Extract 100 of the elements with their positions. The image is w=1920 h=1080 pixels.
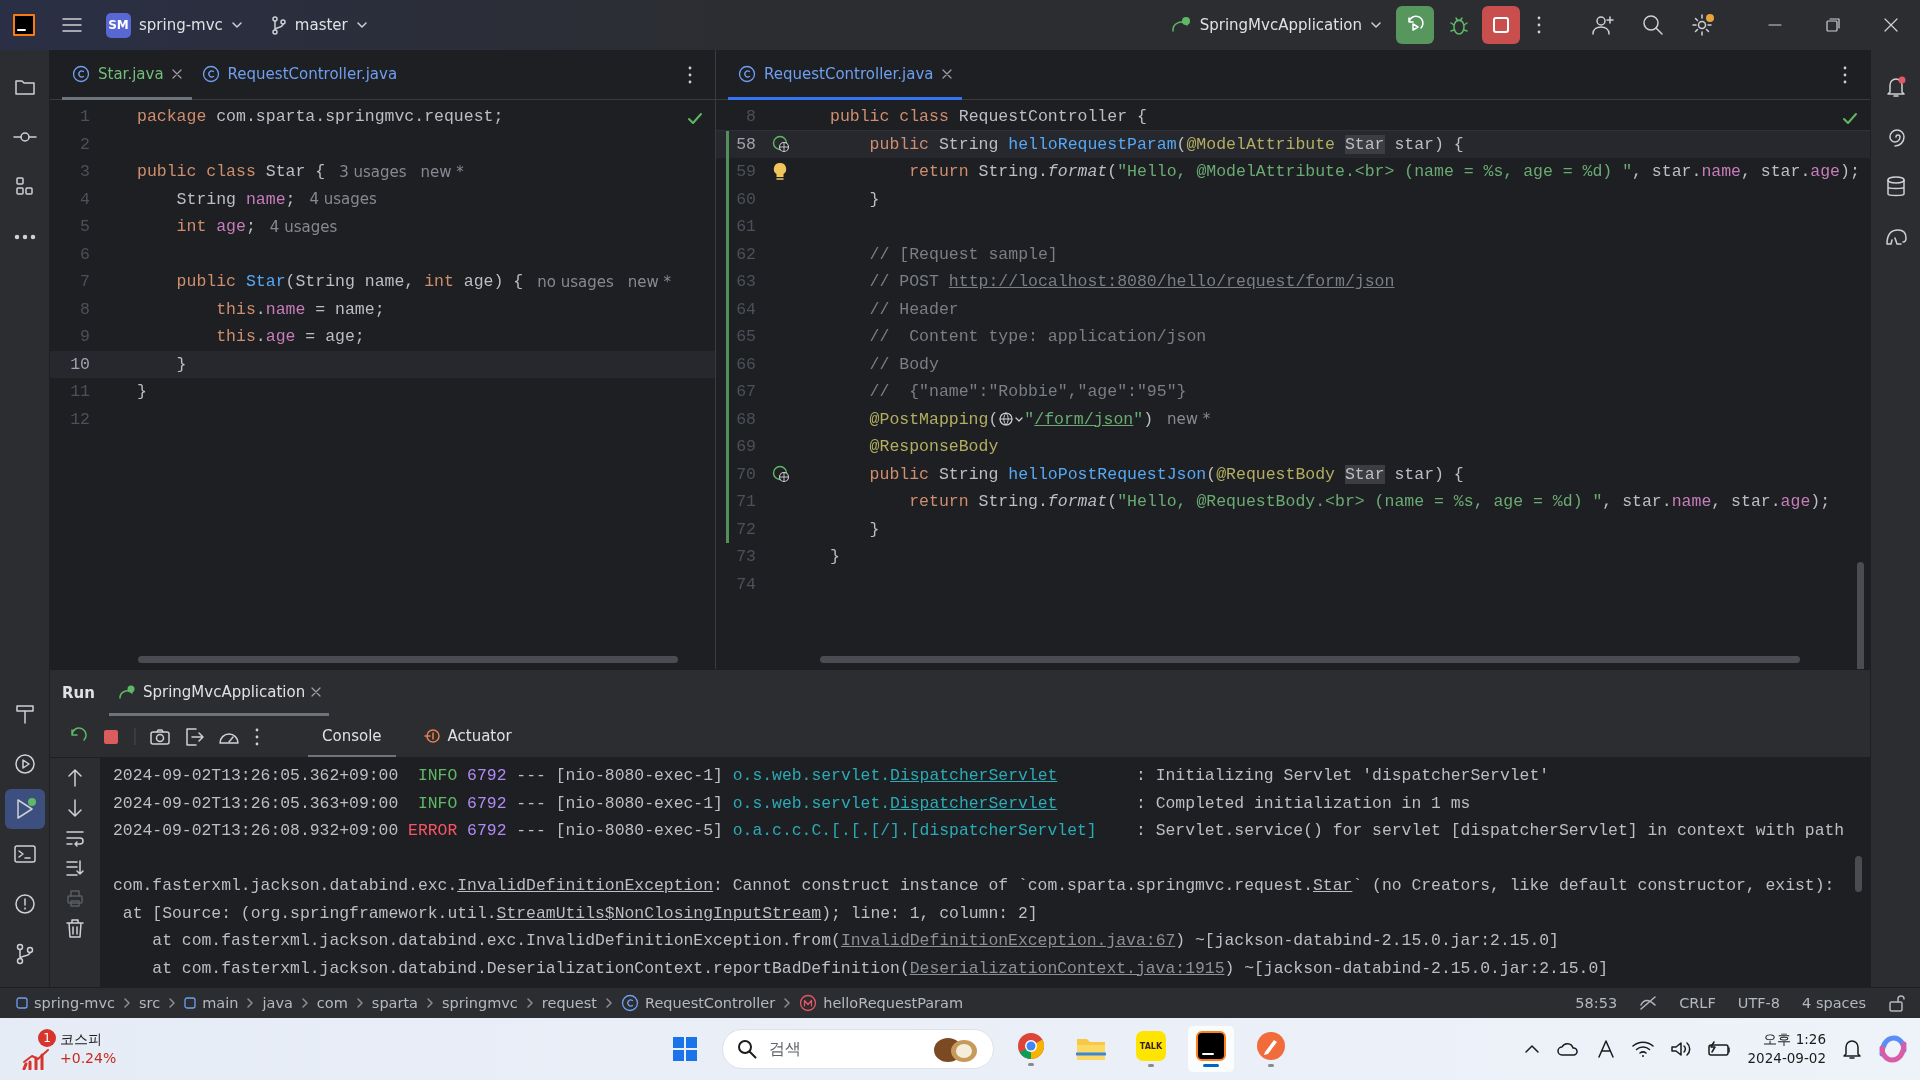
breadcrumb[interactable]: request bbox=[541, 995, 597, 1011]
speaker-icon[interactable] bbox=[1669, 1040, 1692, 1058]
database-icon[interactable] bbox=[1885, 175, 1906, 199]
search-field[interactable]: 검색 bbox=[722, 1029, 994, 1069]
breadcrumb[interactable]: sparta bbox=[371, 995, 418, 1011]
tab-close-icon[interactable] bbox=[311, 686, 322, 697]
breadcrumb[interactable]: src bbox=[139, 995, 161, 1011]
breadcrumb[interactable]: main bbox=[202, 995, 239, 1011]
code-link[interactable]: DeserializationContext.java:1915 bbox=[909, 958, 1225, 978]
inlay-hint[interactable]: 3 usages bbox=[339, 162, 407, 181]
code-link[interactable]: DispatcherServlet bbox=[890, 766, 1058, 785]
inlay-hint[interactable]: new * bbox=[627, 272, 671, 291]
tab-close-icon[interactable] bbox=[941, 68, 952, 79]
wifi-icon[interactable] bbox=[1631, 1040, 1654, 1058]
project-view-icon[interactable] bbox=[13, 77, 36, 97]
more-tools-icon[interactable] bbox=[13, 234, 36, 240]
chat-app-icon[interactable]: TALK bbox=[1136, 1031, 1166, 1061]
caret-icon[interactable] bbox=[230, 21, 243, 29]
services-icon[interactable] bbox=[13, 753, 36, 775]
vertical-scrollbar-thumb[interactable] bbox=[1855, 856, 1862, 892]
stop-button[interactable] bbox=[1482, 6, 1520, 44]
cloud-icon[interactable] bbox=[1555, 1040, 1580, 1058]
folder-icon[interactable] bbox=[1076, 1036, 1106, 1062]
caret-icon[interactable] bbox=[355, 21, 368, 29]
horizontal-scrollbar-thumb[interactable] bbox=[820, 656, 1800, 663]
build-icon[interactable] bbox=[13, 703, 36, 725]
code-link[interactable]: /form/json bbox=[1034, 409, 1134, 429]
app-logo-icon[interactable] bbox=[12, 13, 36, 37]
search-icon[interactable] bbox=[1642, 14, 1664, 36]
console-tab[interactable]: Actuator bbox=[409, 716, 526, 757]
editor-tab[interactable]: Star.java bbox=[62, 50, 192, 100]
tab-options-icon[interactable] bbox=[687, 64, 693, 85]
more-icon[interactable] bbox=[254, 726, 260, 747]
globe-icon[interactable] bbox=[998, 410, 1025, 427]
breadcrumb[interactable]: springmvc bbox=[442, 995, 518, 1011]
branch-icon[interactable] bbox=[270, 15, 287, 35]
run-config-icon[interactable] bbox=[1169, 15, 1192, 35]
run-tab[interactable]: SpringMvcApplication bbox=[108, 670, 330, 716]
scroll-down-icon[interactable] bbox=[66, 798, 84, 818]
close-icon[interactable] bbox=[1884, 18, 1898, 32]
terminal-icon[interactable] bbox=[13, 844, 36, 864]
more-icon[interactable] bbox=[1536, 15, 1542, 35]
inlay-hint[interactable]: new * bbox=[420, 162, 464, 181]
restore-icon[interactable] bbox=[1826, 18, 1840, 32]
stop-icon[interactable] bbox=[102, 727, 120, 746]
inlay-hint[interactable]: 4 usages bbox=[309, 190, 377, 209]
breadcrumb[interactable]: RequestController bbox=[644, 995, 776, 1011]
camera-icon[interactable] bbox=[150, 727, 170, 746]
file-encoding[interactable]: UTF-8 bbox=[1737, 995, 1781, 1011]
caret-position[interactable]: 58:53 bbox=[1575, 995, 1618, 1011]
notification-bell-icon[interactable] bbox=[1842, 1038, 1862, 1060]
run-configuration-selector[interactable]: SpringMvcApplication bbox=[1199, 16, 1362, 34]
code-link[interactable]: Star bbox=[1313, 876, 1353, 895]
caret-icon[interactable] bbox=[1370, 21, 1382, 29]
code-link[interactable]: InvalidDefinitionException.java:67 bbox=[840, 931, 1176, 950]
inlay-hint[interactable]: new * bbox=[1167, 410, 1211, 429]
endpoint-icon[interactable] bbox=[772, 135, 790, 154]
vertical-scrollbar-thumb[interactable] bbox=[1857, 562, 1864, 669]
pen-app-icon[interactable] bbox=[1256, 1031, 1286, 1061]
settings-icon[interactable] bbox=[1691, 13, 1715, 37]
indent-setting[interactable]: 4 spaces bbox=[1802, 995, 1866, 1011]
stock-chart-icon[interactable] bbox=[22, 1047, 50, 1070]
menu-icon[interactable] bbox=[62, 17, 82, 33]
lightbulb-icon[interactable] bbox=[772, 161, 788, 182]
chrome-icon[interactable] bbox=[1017, 1032, 1045, 1060]
chevron-up-icon[interactable] bbox=[1523, 1043, 1540, 1055]
exit-icon[interactable] bbox=[184, 726, 204, 747]
scroll-up-icon[interactable] bbox=[66, 768, 84, 788]
scroll-to-end-icon[interactable] bbox=[65, 858, 85, 878]
widget-title[interactable]: 코스피 bbox=[60, 1030, 117, 1049]
breadcrumb[interactable]: java bbox=[262, 995, 293, 1011]
clock-time[interactable]: 오후 1:26 bbox=[1763, 1030, 1826, 1049]
windows-start-icon[interactable] bbox=[671, 1035, 699, 1063]
code-link[interactable]: http://localhost:8080/hello/request/form/json bbox=[948, 272, 1395, 292]
breadcrumb[interactable]: helloRequestParam bbox=[823, 995, 964, 1011]
ai-off-icon[interactable] bbox=[1639, 995, 1658, 1011]
battery-icon[interactable] bbox=[1707, 1040, 1732, 1058]
horizontal-scrollbar-thumb[interactable] bbox=[138, 656, 678, 663]
trash-icon[interactable] bbox=[65, 918, 85, 938]
code-link[interactable]: InvalidDefinitionException bbox=[457, 876, 713, 895]
branch-selector[interactable]: master bbox=[294, 16, 348, 34]
bug-icon[interactable] bbox=[1449, 14, 1469, 36]
soft-wrap-icon[interactable] bbox=[65, 828, 85, 848]
code-link[interactable]: DispatcherServlet bbox=[890, 793, 1058, 813]
clock-date[interactable]: 2024-09-02 bbox=[1747, 1049, 1826, 1068]
rerun-button[interactable] bbox=[1396, 6, 1434, 44]
breadcrumb[interactable]: com bbox=[316, 995, 348, 1011]
git-icon[interactable] bbox=[14, 943, 35, 965]
inlay-hint[interactable]: 4 usages bbox=[269, 217, 338, 236]
endpoint-icon[interactable] bbox=[772, 465, 790, 484]
breadcrumb[interactable]: spring-mvc bbox=[34, 995, 116, 1011]
project-selector[interactable]: spring-mvc bbox=[139, 16, 223, 34]
unlock-icon[interactable] bbox=[1888, 994, 1906, 1012]
structure-icon[interactable] bbox=[14, 176, 35, 198]
tab-options-icon[interactable] bbox=[1842, 64, 1848, 85]
problems-icon[interactable] bbox=[13, 893, 36, 915]
ide-app-icon[interactable] bbox=[1196, 1031, 1226, 1061]
notifications-icon[interactable] bbox=[1884, 75, 1907, 99]
code-link[interactable]: StreamUtils$NonClosingInputStream bbox=[496, 903, 822, 923]
font-icon[interactable] bbox=[1595, 1039, 1616, 1059]
